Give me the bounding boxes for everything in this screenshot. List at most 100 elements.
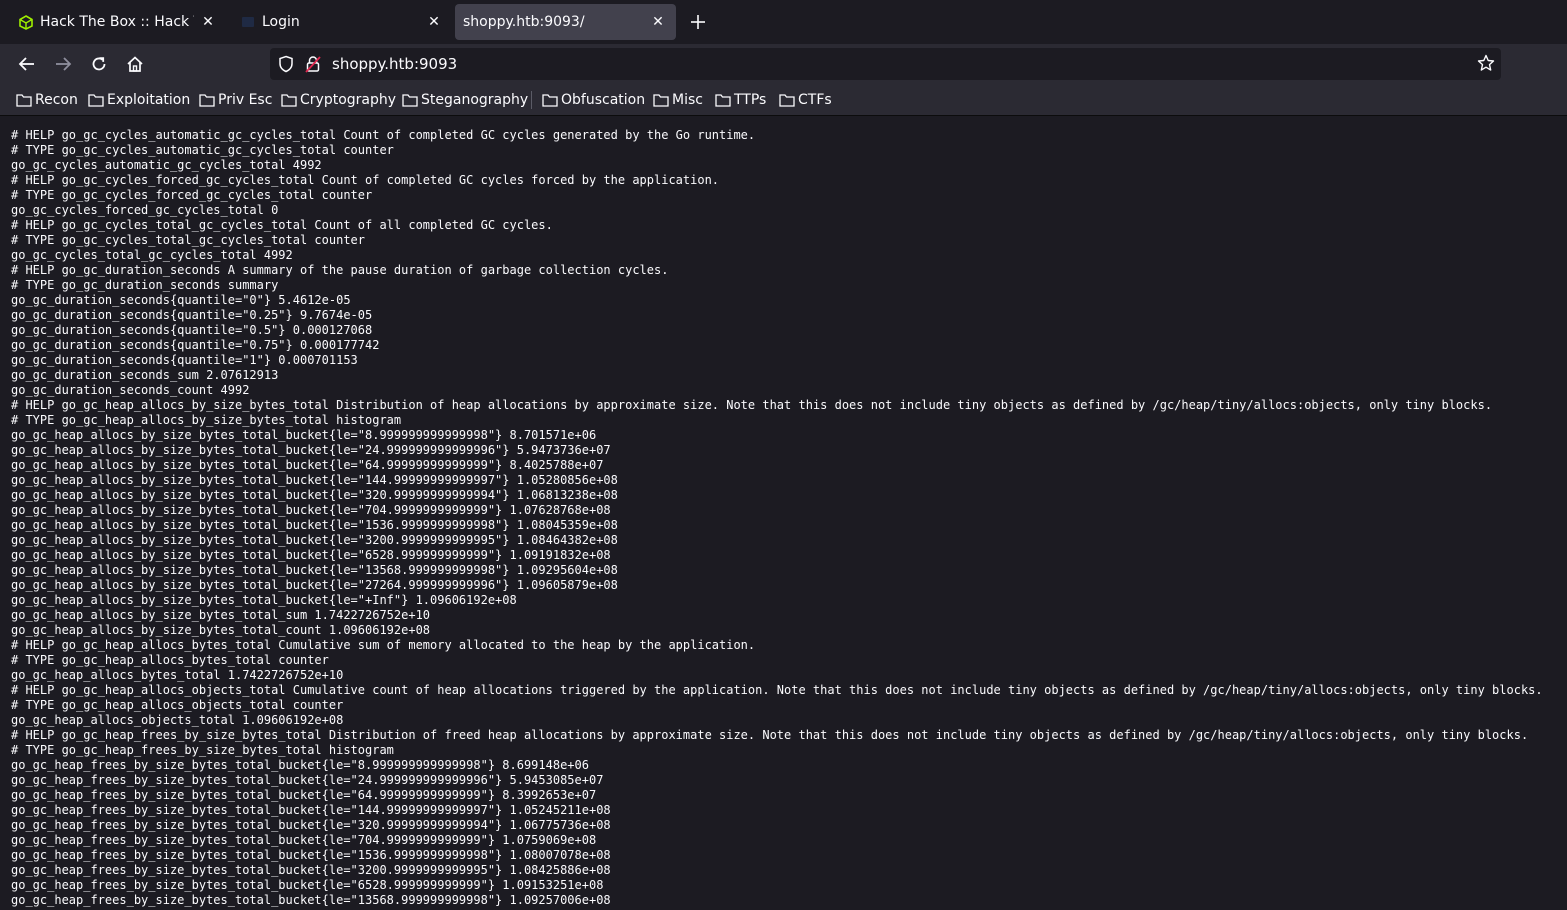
browser-window: Hack The Box :: Hack The Box ✕ Login ✕ s… xyxy=(0,0,1567,910)
tab-login[interactable]: Login ✕ xyxy=(226,4,452,40)
metrics-line: go_gc_heap_allocs_by_size_bytes_total_bu… xyxy=(11,593,517,607)
metrics-line: go_gc_duration_seconds{quantile="0.75"} … xyxy=(11,338,380,352)
metrics-line: # TYPE go_gc_cycles_forced_gc_cycles_tot… xyxy=(11,188,373,202)
bookmark-separator xyxy=(531,91,532,109)
metrics-line: go_gc_heap_frees_by_size_bytes_total_buc… xyxy=(11,863,611,877)
htb-cube-icon xyxy=(18,14,34,30)
close-icon[interactable]: ✕ xyxy=(200,14,216,30)
metrics-line: go_gc_duration_seconds{quantile="0.25"} … xyxy=(11,308,373,322)
metrics-line: # TYPE go_gc_duration_seconds summary xyxy=(11,278,279,292)
metrics-line: # HELP go_gc_cycles_total_gc_cycles_tota… xyxy=(11,218,553,232)
tab-title: Hack The Box :: Hack The Box xyxy=(40,14,194,30)
metrics-line: go_gc_heap_allocs_by_size_bytes_total_bu… xyxy=(11,578,618,592)
metrics-line: # TYPE go_gc_heap_allocs_objects_total c… xyxy=(11,698,344,712)
bookmark-folder-cryptography[interactable]: Cryptography xyxy=(281,90,396,110)
close-icon[interactable]: ✕ xyxy=(426,14,442,30)
metrics-line: go_gc_heap_allocs_bytes_total 1.74227267… xyxy=(11,668,344,682)
tab-shoppy-metrics[interactable]: shoppy.htb:9093/ ✕ xyxy=(455,4,676,40)
metrics-line: go_gc_heap_frees_by_size_bytes_total_buc… xyxy=(11,818,611,832)
metrics-line: # HELP go_gc_heap_allocs_bytes_total Cum… xyxy=(11,638,756,652)
metrics-line: go_gc_heap_allocs_by_size_bytes_total_bu… xyxy=(11,503,611,517)
arrow-right-icon xyxy=(56,57,72,71)
metrics-line: go_gc_heap_frees_by_size_bytes_total_buc… xyxy=(11,893,611,907)
metrics-line: go_gc_cycles_automatic_gc_cycles_total 4… xyxy=(11,158,322,172)
bookmark-folder-ttps[interactable]: TTPs xyxy=(715,90,766,110)
folder-icon xyxy=(542,94,558,107)
metrics-line: go_gc_heap_allocs_by_size_bytes_total_bu… xyxy=(11,563,618,577)
metrics-line: go_gc_heap_allocs_by_size_bytes_total_bu… xyxy=(11,428,597,442)
metrics-line: go_gc_heap_frees_by_size_bytes_total_buc… xyxy=(11,803,611,817)
tab-strip: Hack The Box :: Hack The Box ✕ Login ✕ s… xyxy=(0,0,1567,44)
metrics-text: # HELP go_gc_cycles_automatic_gc_cycles_… xyxy=(11,128,1543,908)
metrics-line: go_gc_heap_allocs_by_size_bytes_total_bu… xyxy=(11,488,618,502)
address-bar[interactable]: shoppy.htb:9093 xyxy=(270,48,1501,80)
folder-icon xyxy=(281,94,297,107)
metrics-line: go_gc_heap_frees_by_size_bytes_total_buc… xyxy=(11,848,611,862)
metrics-line: go_gc_heap_allocs_by_size_bytes_total_bu… xyxy=(11,533,618,547)
metrics-line: go_gc_heap_allocs_objects_total 1.096061… xyxy=(11,713,344,727)
tab-hack-the-box[interactable]: Hack The Box :: Hack The Box ✕ xyxy=(4,4,226,40)
metrics-line: go_gc_duration_seconds_sum 2.07612913 xyxy=(11,368,279,382)
bookmark-folder-exploitation[interactable]: Exploitation xyxy=(88,90,190,110)
page-icon xyxy=(240,14,256,30)
metrics-line: # HELP go_gc_heap_allocs_objects_total C… xyxy=(11,683,1543,697)
tab-title: Login xyxy=(262,14,300,30)
home-button[interactable] xyxy=(123,52,147,76)
bookmark-label: Priv Esc xyxy=(218,92,273,108)
bookmark-folder-steganography[interactable]: Steganography xyxy=(402,90,528,110)
metrics-line: go_gc_heap_allocs_by_size_bytes_total_co… xyxy=(11,623,431,637)
metrics-line: go_gc_duration_seconds{quantile="0"} 5.4… xyxy=(11,293,351,307)
bookmark-label: Misc xyxy=(672,92,703,108)
url-text[interactable]: shoppy.htb:9093 xyxy=(332,55,457,73)
bookmark-label: Obfuscation xyxy=(561,92,646,108)
metrics-line: go_gc_heap_allocs_by_size_bytes_total_bu… xyxy=(11,458,604,472)
home-icon xyxy=(127,56,143,72)
metrics-line: go_gc_heap_frees_by_size_bytes_total_buc… xyxy=(11,773,604,787)
shield-icon[interactable] xyxy=(278,55,294,77)
folder-icon xyxy=(779,94,795,107)
reload-icon xyxy=(92,57,106,71)
metrics-line: # TYPE go_gc_heap_allocs_bytes_total cou… xyxy=(11,653,329,667)
bookmark-folder-priv-esc[interactable]: Priv Esc xyxy=(199,90,272,110)
metrics-line: go_gc_heap_allocs_by_size_bytes_total_bu… xyxy=(11,548,611,562)
folder-icon xyxy=(88,94,104,107)
folder-icon xyxy=(653,94,669,107)
plus-icon xyxy=(691,15,705,29)
folder-icon xyxy=(16,94,32,107)
close-icon[interactable]: ✕ xyxy=(650,14,666,30)
bookmark-folder-recon[interactable]: Recon xyxy=(16,90,78,110)
folder-icon xyxy=(715,94,731,107)
metrics-line: # HELP go_gc_duration_seconds A summary … xyxy=(11,263,669,277)
metrics-line: go_gc_heap_frees_by_size_bytes_total_buc… xyxy=(11,788,597,802)
forward-button[interactable] xyxy=(51,52,75,76)
bookmark-folder-ctfs[interactable]: CTFs xyxy=(779,90,832,110)
metrics-line: # TYPE go_gc_cycles_automatic_gc_cycles_… xyxy=(11,143,394,157)
metrics-line: # HELP go_gc_cycles_forced_gc_cycles_tot… xyxy=(11,173,720,187)
metrics-line: # HELP go_gc_heap_frees_by_size_bytes_to… xyxy=(11,728,1529,742)
folder-icon xyxy=(199,94,215,107)
metrics-line: go_gc_cycles_total_gc_cycles_total 4992 xyxy=(11,248,293,262)
metrics-line: go_gc_heap_allocs_by_size_bytes_total_bu… xyxy=(11,518,618,532)
metrics-line: # TYPE go_gc_heap_allocs_by_size_bytes_t… xyxy=(11,413,402,427)
bookmark-label: CTFs xyxy=(798,92,832,108)
bookmark-label: Recon xyxy=(35,92,78,108)
metrics-line: go_gc_duration_seconds_count 4992 xyxy=(11,383,250,397)
folder-icon xyxy=(402,94,418,107)
bookmark-label: Steganography xyxy=(421,92,529,108)
metrics-line: go_gc_heap_frees_by_size_bytes_total_buc… xyxy=(11,758,589,772)
tab-title: shoppy.htb:9093/ xyxy=(463,14,585,30)
bookmarks-toolbar: Recon Exploitation Priv Esc Cryptography… xyxy=(0,84,1567,116)
navigation-toolbar: shoppy.htb:9093 xyxy=(0,44,1567,84)
reload-button[interactable] xyxy=(87,52,111,76)
metrics-line: # TYPE go_gc_cycles_total_gc_cycles_tota… xyxy=(11,233,366,247)
insecure-lock-icon[interactable] xyxy=(305,55,321,77)
star-bookmark-icon[interactable] xyxy=(1477,54,1495,76)
new-tab-button[interactable] xyxy=(686,10,710,34)
metrics-line: # HELP go_gc_heap_allocs_by_size_bytes_t… xyxy=(11,398,1493,412)
metrics-line: go_gc_duration_seconds{quantile="1"} 0.0… xyxy=(11,353,358,367)
metrics-line: go_gc_cycles_forced_gc_cycles_total 0 xyxy=(11,203,279,217)
metrics-line: go_gc_heap_allocs_by_size_bytes_total_su… xyxy=(11,608,431,622)
bookmark-folder-misc[interactable]: Misc xyxy=(653,90,703,110)
back-button[interactable] xyxy=(15,52,39,76)
bookmark-folder-obfuscation[interactable]: Obfuscation xyxy=(542,90,645,110)
